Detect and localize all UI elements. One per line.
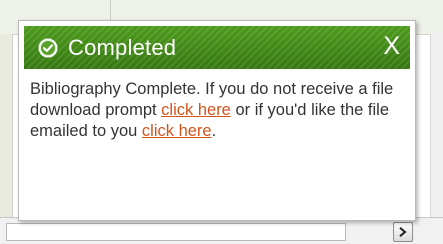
chevron-right-icon bbox=[399, 227, 407, 237]
message-text: . bbox=[211, 122, 217, 140]
background-red-mark bbox=[3, 118, 7, 130]
notification-header: Completed X bbox=[24, 26, 410, 69]
completion-notification: Completed X Bibliography Complete. If yo… bbox=[18, 20, 416, 221]
next-arrow-button[interactable] bbox=[393, 222, 413, 242]
background-input-field[interactable] bbox=[6, 223, 346, 241]
email-link[interactable]: click here bbox=[142, 122, 212, 140]
background-right-panel bbox=[430, 34, 443, 218]
notification-message: Bibliography Complete. If you do not rec… bbox=[24, 69, 410, 142]
download-link[interactable]: click here bbox=[161, 101, 231, 119]
background-bottom-bar bbox=[0, 217, 443, 244]
notification-title: Completed bbox=[68, 34, 177, 60]
check-circle-icon bbox=[37, 37, 59, 59]
close-button[interactable]: X bbox=[383, 32, 400, 60]
